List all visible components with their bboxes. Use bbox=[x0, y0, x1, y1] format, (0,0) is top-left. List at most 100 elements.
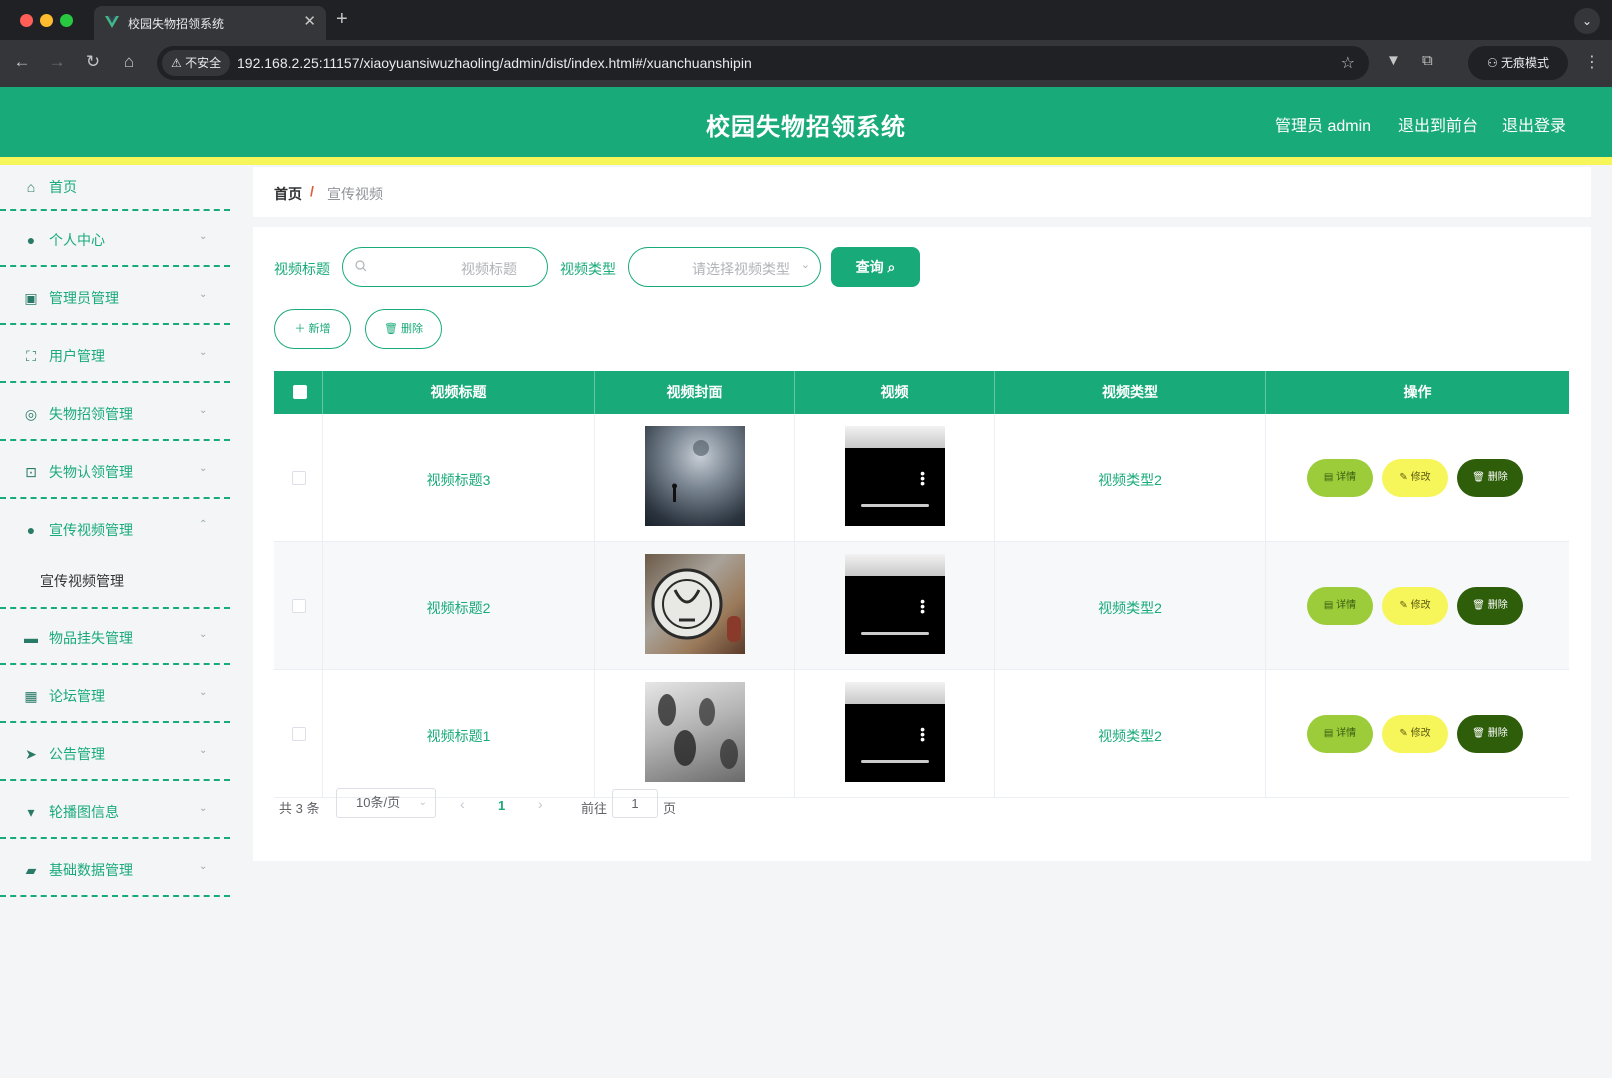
prev-page-icon[interactable]: ‹ bbox=[460, 796, 465, 812]
sidebar-item-label: 宣传视频管理 bbox=[49, 522, 133, 538]
exit-to-front-link[interactable]: 退出到前台 bbox=[1398, 112, 1478, 136]
bookmark-star-icon[interactable]: ☆ bbox=[1341, 53, 1355, 73]
sidebar-item-users[interactable]: ⛶ 用户管理 ⌄ bbox=[0, 327, 230, 383]
user-icon: ● bbox=[26, 522, 36, 538]
cover-image[interactable] bbox=[645, 682, 745, 782]
detail-label: 详情 bbox=[1336, 472, 1357, 483]
edit-button[interactable]: ✎ 修改 bbox=[1382, 459, 1448, 497]
back-icon[interactable]: ← bbox=[11, 52, 33, 72]
chevron-down-icon: ⌄ bbox=[199, 289, 208, 300]
reload-icon[interactable]: ↻ bbox=[82, 52, 104, 72]
row-checkbox[interactable] bbox=[292, 727, 306, 741]
video-progress-bar[interactable] bbox=[861, 504, 929, 507]
type-select[interactable]: 请选择视频类型 ⌄ bbox=[628, 247, 821, 287]
sidebar-item-profile[interactable]: ● 个人中心 ⌄ bbox=[0, 211, 230, 267]
sidebar-item-carousel[interactable]: ▾ 轮播图信息 ⌄ bbox=[0, 783, 230, 839]
chevron-down-icon: ⌄ bbox=[199, 687, 208, 698]
add-button[interactable]: ＋ 新增 bbox=[274, 309, 351, 349]
goto-label: 前往 bbox=[581, 801, 608, 816]
actions-cell: ▤ 详情 ✎ 修改 🗑 删除 bbox=[1266, 414, 1569, 542]
sidebar-item-claims[interactable]: ⊡ 失物认领管理 ⌄ bbox=[0, 443, 230, 499]
batch-delete-button[interactable]: 🗑 删除 bbox=[365, 309, 442, 349]
video-progress-bar[interactable] bbox=[861, 760, 929, 763]
sidebar-item-admins[interactable]: ▣ 管理员管理 ⌄ bbox=[0, 269, 230, 325]
video-menu-icon[interactable]: • • • bbox=[920, 466, 925, 490]
new-tab-icon[interactable]: + bbox=[336, 8, 348, 31]
chevron-down-icon: ⌄ bbox=[199, 629, 208, 640]
detail-button[interactable]: ▤ 详情 bbox=[1307, 587, 1373, 625]
sidebar-item-videos[interactable]: ● 宣传视频管理 ⌃ 宣传视频管理 bbox=[0, 501, 230, 609]
forward-icon[interactable]: → bbox=[46, 52, 68, 72]
edit-icon: ✎ bbox=[1399, 600, 1408, 611]
sidebar-item-label: 轮播图信息 bbox=[49, 804, 119, 820]
video-menu-icon[interactable]: • • • bbox=[920, 722, 925, 746]
row-checkbox[interactable] bbox=[292, 471, 306, 485]
incognito-chip[interactable]: ⚇ 无痕模式 bbox=[1468, 46, 1568, 80]
maximize-window-button[interactable] bbox=[60, 14, 73, 27]
page-size-select[interactable]: 10条/页 ⌄ bbox=[336, 788, 436, 818]
edit-label: 修改 bbox=[1410, 600, 1431, 611]
close-window-button[interactable] bbox=[20, 14, 33, 27]
add-button-label: 新增 bbox=[308, 323, 331, 335]
browser-menu-icon[interactable]: ⋮ bbox=[1584, 52, 1600, 72]
sidebar-item-notices[interactable]: ➤ 公告管理 ⌄ bbox=[0, 725, 230, 781]
video-type: 视频类型2 bbox=[1098, 600, 1162, 616]
detail-button[interactable]: ▤ 详情 bbox=[1307, 715, 1373, 753]
close-tab-icon[interactable]: ✕ bbox=[303, 12, 316, 30]
main-panel: 视频标题 视频标题 视频类型 请选择视频类型 ⌄ 查询 ⌕ ＋ 新增 🗑 删除 … bbox=[253, 227, 1591, 861]
next-page-icon[interactable]: › bbox=[538, 796, 543, 812]
row-checkbox[interactable] bbox=[292, 599, 306, 613]
col-cover: 视频封面 bbox=[595, 371, 795, 414]
security-chip[interactable]: ⚠ 不安全 bbox=[162, 50, 231, 76]
sidebar-item-label: 论坛管理 bbox=[49, 688, 105, 704]
delete-button[interactable]: 🗑 删除 bbox=[1457, 715, 1523, 753]
chevron-down-icon: ⌄ bbox=[199, 861, 208, 872]
sidebar-item-home[interactable]: ⌂ 首页 bbox=[0, 165, 230, 211]
sidebar-item-lost-found[interactable]: ◎ 失物招领管理 ⌄ bbox=[0, 385, 230, 441]
address-bar[interactable]: ⚠ 不安全 192.168.2.25:11157/xiaoyuansiwuzha… bbox=[157, 46, 1369, 80]
video-menu-icon[interactable]: • • • bbox=[920, 594, 925, 618]
extensions-icon[interactable]: ⧉ bbox=[1422, 52, 1433, 69]
url-text[interactable]: 192.168.2.25:11157/xiaoyuansiwuzhaoling/… bbox=[237, 55, 752, 71]
title-search-input[interactable]: 视频标题 bbox=[342, 247, 548, 287]
actions-cell: ▤ 详情 ✎ 修改 🗑 删除 bbox=[1266, 670, 1569, 798]
page-suffix: 页 bbox=[663, 801, 677, 816]
cover-image[interactable] bbox=[645, 554, 745, 654]
video-player[interactable]: • • • bbox=[845, 682, 945, 782]
chevron-down-icon: ⌄ bbox=[199, 745, 208, 756]
sidebar-item-lost-report[interactable]: ▬ 物品挂失管理 ⌄ bbox=[0, 609, 230, 665]
search-icon: ⌕ bbox=[887, 259, 896, 275]
select-all-checkbox[interactable] bbox=[293, 385, 307, 399]
breadcrumb-home[interactable]: 首页 bbox=[274, 184, 302, 204]
cover-cell bbox=[595, 670, 795, 798]
cover-image[interactable] bbox=[645, 426, 745, 526]
vue-devtools-icon[interactable]: ▼ bbox=[1386, 52, 1401, 69]
document-icon: ▤ bbox=[1323, 600, 1334, 611]
edit-button[interactable]: ✎ 修改 bbox=[1382, 587, 1448, 625]
sidebar-subitem-videos[interactable]: 宣传视频管理 bbox=[40, 571, 124, 591]
breadcrumb-separator: / bbox=[310, 183, 314, 199]
sidebar-item-label: 失物认领管理 bbox=[49, 464, 133, 480]
detail-button[interactable]: ▤ 详情 bbox=[1307, 459, 1373, 497]
page-number[interactable]: 1 bbox=[498, 798, 505, 813]
browser-tab[interactable]: 校园失物招领系统 ✕ bbox=[94, 6, 326, 40]
video-player[interactable]: • • • bbox=[845, 554, 945, 654]
tab-search-icon[interactable]: ⌄ bbox=[1574, 8, 1600, 34]
security-label: 不安全 bbox=[185, 56, 222, 70]
video-progress-bar[interactable] bbox=[861, 632, 929, 635]
table-row: 视频标题2 • • • 视频类型2 ▤ 详情 ✎ 修改 🗑 删除 bbox=[274, 542, 1569, 670]
video-player[interactable]: • • • bbox=[845, 426, 945, 526]
delete-button[interactable]: 🗑 删除 bbox=[1457, 587, 1523, 625]
browser-chrome: 校园失物招领系统 ✕ + ⌄ ← → ↻ ⌂ ⚠ 不安全 192.168.2.2… bbox=[0, 0, 1612, 87]
sidebar-item-forum[interactable]: ▦ 论坛管理 ⌄ bbox=[0, 667, 230, 723]
logout-link[interactable]: 退出登录 bbox=[1502, 112, 1566, 136]
edit-button[interactable]: ✎ 修改 bbox=[1382, 715, 1448, 753]
delete-button[interactable]: 🗑 删除 bbox=[1457, 459, 1523, 497]
chevron-down-icon: ⌄ bbox=[800, 259, 810, 271]
sidebar-item-label: 公告管理 bbox=[49, 746, 105, 762]
minimize-window-button[interactable] bbox=[40, 14, 53, 27]
sidebar-item-base-data[interactable]: ▰ 基础数据管理 ⌄ bbox=[0, 841, 230, 897]
query-button[interactable]: 查询 ⌕ bbox=[831, 247, 920, 287]
home-nav-icon[interactable]: ⌂ bbox=[118, 52, 140, 72]
goto-page-input[interactable]: 1 bbox=[612, 789, 658, 818]
